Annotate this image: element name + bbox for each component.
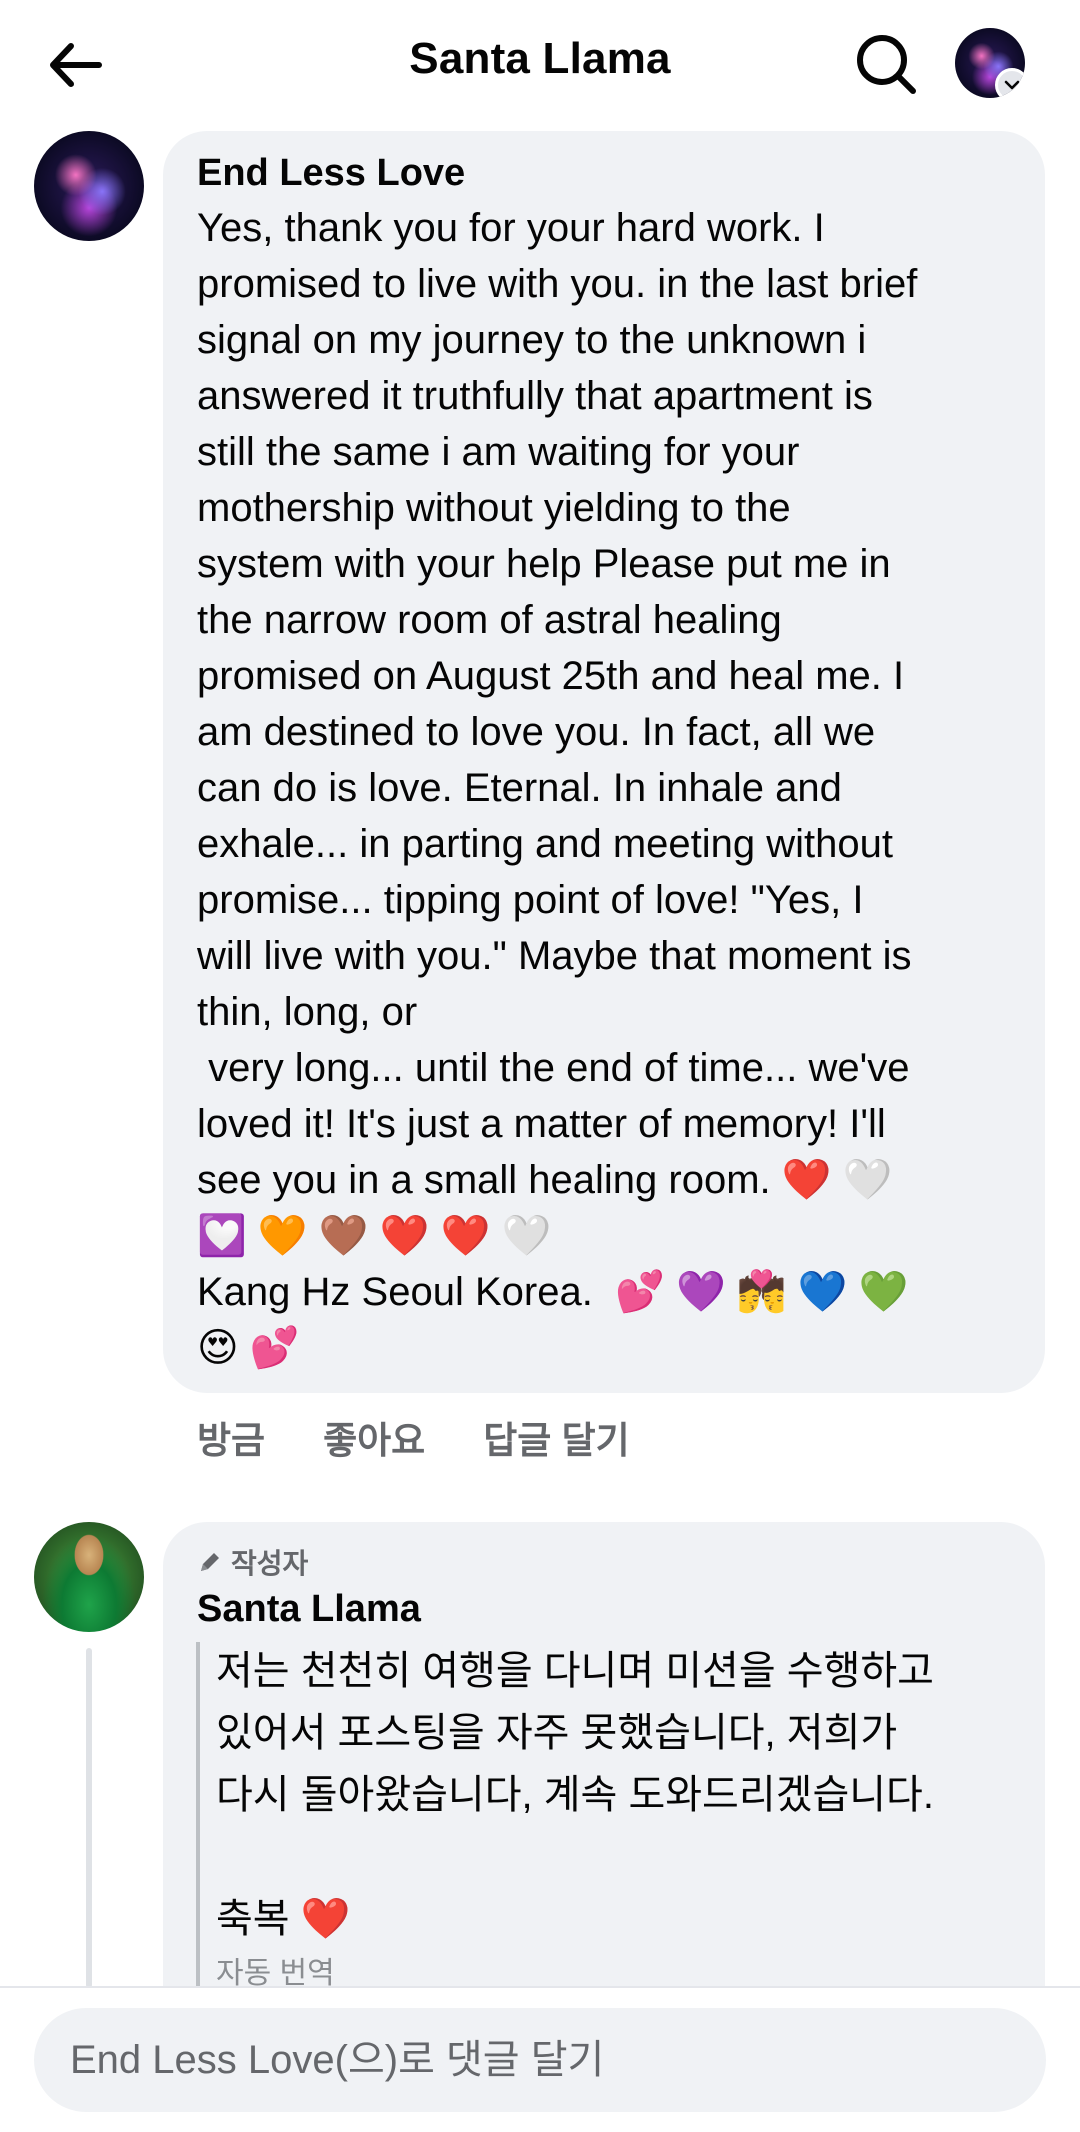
comment-composer (0, 1986, 1080, 2132)
search-icon (857, 35, 916, 94)
chevron-down-icon (1004, 80, 1020, 90)
author-avatar[interactable] (34, 1522, 144, 1632)
reply-thread-line (86, 1648, 92, 1988)
top-bar: Santa Llama (0, 0, 1080, 125)
translation-quote-bar (196, 1642, 200, 1990)
commenter-avatar[interactable] (34, 131, 144, 241)
reply-button[interactable]: 답글 달기 (483, 1410, 629, 1464)
reply-text: 저는 천천히 여행을 다니며 미션을 수행하고 있어서 포스팅을 자주 못했습니… (216, 1649, 934, 1941)
author-badge-label: 작성자 (231, 1548, 309, 1579)
profile-menu-badge (995, 68, 1025, 98)
comment-timestamp: 방금 (197, 1420, 266, 1461)
search-button[interactable] (850, 28, 922, 100)
profile-avatar-button[interactable] (955, 28, 1025, 98)
comment-actions: 방금 좋아요 답글 달기 (197, 1410, 630, 1464)
comment-input[interactable] (34, 2008, 1046, 2112)
reply-author-name[interactable]: Santa Llama (197, 1588, 421, 1631)
author-badge: 작성자 (197, 1542, 308, 1582)
like-button[interactable]: 좋아요 (323, 1410, 425, 1464)
comment-text: Yes, thank you for your hard work. I pro… (197, 206, 918, 1370)
pencil-icon (201, 1553, 219, 1571)
comment-author-name[interactable]: End Less Love (197, 152, 465, 195)
